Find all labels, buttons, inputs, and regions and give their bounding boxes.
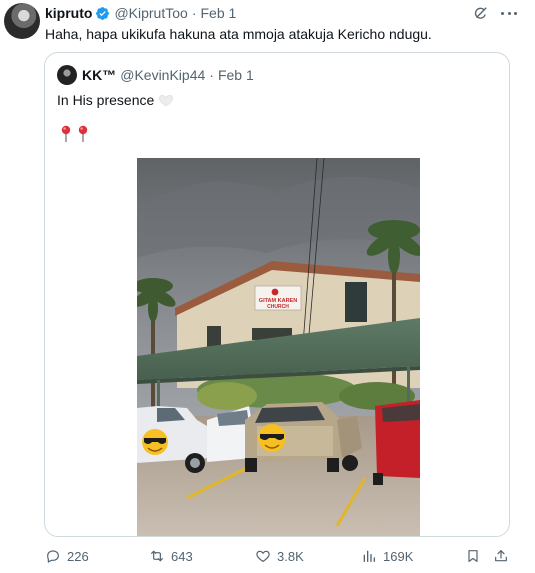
reply-button[interactable]: 226	[45, 546, 89, 566]
quoted-avatar	[57, 65, 77, 85]
quoted-photo[interactable]: GITAM KAREN CHURCH	[137, 158, 420, 536]
reply-count: 226	[67, 548, 89, 564]
like-icon	[256, 550, 270, 562]
quoted-text: In His presence	[57, 92, 155, 108]
avatar[interactable]	[4, 3, 40, 39]
round-pushpin-icon	[78, 125, 88, 142]
separator-dot: ·	[209, 67, 214, 83]
white-heart-icon	[159, 95, 174, 107]
tweet-text: Haha, hapa ukikufa hakuna ata mmoja atak…	[45, 26, 432, 42]
church-parking-photo: GITAM KAREN CHURCH	[137, 158, 420, 536]
views-count: 169K	[383, 548, 414, 564]
pushpin-emojis	[60, 125, 89, 143]
action-bar: 226 643 3.8K 169K	[45, 546, 515, 566]
share-icon	[495, 550, 507, 562]
more-icon[interactable]	[500, 4, 518, 22]
author-handle[interactable]: @KiprutToo	[114, 5, 187, 21]
grok-icon[interactable]	[472, 4, 490, 22]
quoted-date: Feb 1	[217, 67, 254, 83]
repost-icon	[151, 550, 163, 562]
bookmark-button[interactable]	[465, 546, 481, 566]
church-sign-line2: CHURCH	[267, 304, 289, 310]
verified-badge-icon	[96, 6, 110, 20]
share-button[interactable]	[493, 546, 509, 566]
author-name[interactable]: kipruto	[45, 5, 92, 21]
tweet[interactable]: kipruto @KiprutToo · Feb 1 Haha, hapa uk…	[0, 0, 535, 573]
quoted-author-handle: @KevinKip44	[120, 67, 206, 83]
quoted-tweet[interactable]: KK™ @KevinKip44 · Feb 1 In His presence	[44, 52, 510, 537]
separator-dot: ·	[191, 5, 197, 21]
bookmark-icon	[468, 550, 478, 562]
repost-button[interactable]: 643	[149, 546, 193, 566]
repost-count: 643	[171, 548, 193, 564]
views-button[interactable]: 169K	[361, 546, 413, 566]
tweet-date[interactable]: Feb 1	[200, 5, 236, 21]
views-icon	[363, 550, 375, 562]
reply-icon	[47, 550, 59, 563]
quoted-header: KK™ @KevinKip44 · Feb 1	[57, 65, 254, 85]
top-actions	[472, 4, 518, 22]
round-pushpin-icon	[61, 125, 71, 142]
quoted-text-line: In His presence	[57, 91, 174, 109]
like-button[interactable]: 3.8K	[255, 546, 304, 566]
tweet-header: kipruto @KiprutToo · Feb 1	[45, 4, 236, 22]
like-count: 3.8K	[277, 548, 304, 564]
quoted-author-name: KK™	[82, 67, 117, 83]
